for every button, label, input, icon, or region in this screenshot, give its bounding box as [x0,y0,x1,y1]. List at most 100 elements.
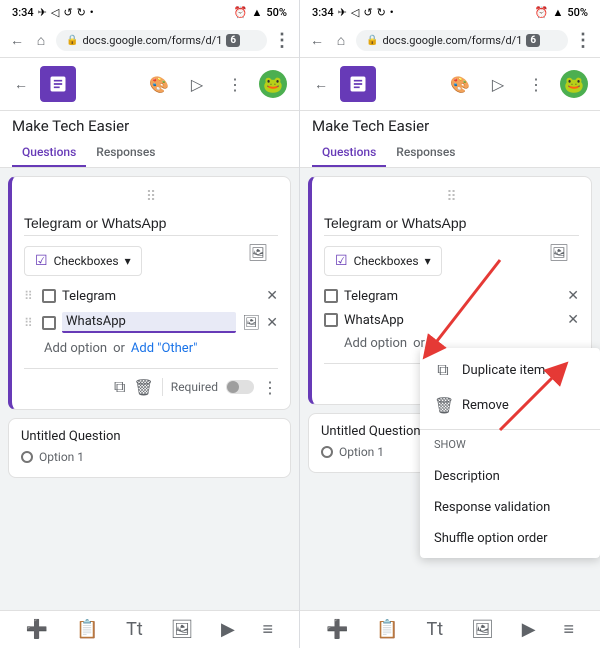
menu-item-shuffle[interactable]: Shuffle option order [420,523,600,554]
title-text-right: Make Tech Easier [312,117,588,135]
import-icon-right[interactable]: 📋 [376,619,398,640]
trash-icon-left[interactable]: 🗑 [133,378,153,397]
more-icon-right[interactable]: ⋮ [522,70,550,98]
status-bar-left: 3:34 ✈ ◁ ↺ ↻ • ⏰ ▲ 50% [0,0,299,24]
palette-icon-right[interactable]: 🎨 [446,70,474,98]
tab-count-right[interactable]: 6 [526,34,540,47]
lock-icon-left: 🔒 [66,35,78,46]
avatar-right[interactable]: 🐸 [560,70,588,98]
question-image-btn-right[interactable]: 🖼 [549,243,569,262]
option-text-whatsapp-left[interactable]: WhatsApp [62,312,236,333]
back-icon-right[interactable]: ← [308,32,326,50]
dot-icon-right: • [390,6,394,19]
url-bar-left[interactable]: 🔒 docs.google.com/forms/d/1 6 [56,30,267,51]
add-icon-left[interactable]: ➕ [26,619,48,640]
menu-item-description[interactable]: Description [420,461,600,492]
image-icon-left[interactable]: 🖼 [170,619,193,640]
type-selector-left[interactable]: ☑ Checkboxes ▾ [24,246,142,276]
url-bar-right[interactable]: 🔒 docs.google.com/forms/d/1 6 [356,30,568,51]
tabs-right: Questions Responses [300,139,600,168]
title-text-left: Make Tech Easier [12,117,287,135]
checkbox-whatsapp-right[interactable] [324,313,338,327]
question-title-left[interactable] [24,211,278,236]
section-icon-left[interactable]: ≡ [263,619,274,640]
nav-back-left[interactable]: ← [12,75,30,93]
type-label-left: Checkboxes [54,254,119,268]
footer-more-left[interactable]: ⋮ [262,378,278,397]
battery-left: 50% [266,6,287,19]
option-text-telegram-left: Telegram [62,289,260,304]
back-icon-left[interactable]: ← [8,32,26,50]
browser-menu-right[interactable]: ⋮ [574,30,592,51]
menu-label-remove: Remove [462,398,509,413]
menu-item-response-validation[interactable]: Response validation [420,492,600,523]
add-icon-right[interactable]: ➕ [326,619,348,640]
add-other-link-left[interactable]: Add "Other" [131,341,197,356]
refresh-icon-right: ↺ [363,6,372,19]
home-icon-right[interactable]: ⌂ [332,32,350,50]
tab-count-left[interactable]: 6 [226,34,240,47]
close-whatsapp-right[interactable]: ✕ [567,312,579,328]
menu-label-response-validation: Response validation [434,500,550,515]
wifi-icon-left: ▲ [252,6,263,19]
section-icon-right[interactable]: ≡ [564,619,575,640]
type-selector-right[interactable]: ☑ Checkboxes ▾ [324,246,442,276]
more-icon-left[interactable]: ⋮ [221,70,249,98]
required-label-left: Required [171,380,218,394]
option-text-whatsapp-right: WhatsApp [344,313,561,328]
add-option-text-left[interactable]: Add option [44,341,107,356]
menu-label-shuffle: Shuffle option order [434,531,548,546]
footer-divider-left [162,378,163,396]
browser-menu-left[interactable]: ⋮ [273,30,291,51]
untitled-card-left: Untitled Question Option 1 [8,418,291,478]
image-icon-right[interactable]: 🖼 [471,619,494,640]
option-image-whatsapp-left[interactable]: 🖼 [242,315,260,331]
video-icon-left[interactable]: ▶ [221,619,235,640]
alarm-icon-left: ⏰ [234,6,248,19]
drag-handle-left[interactable]: ⠿ [24,189,278,205]
checkbox-telegram-left[interactable] [42,289,56,303]
import-icon-left[interactable]: 📋 [76,619,98,640]
send-icon-right[interactable]: ▷ [484,70,512,98]
copy-icon-left[interactable]: ⧉ [114,377,125,397]
tab-questions-left[interactable]: Questions [12,139,86,167]
checkbox-whatsapp-left[interactable] [42,316,56,330]
drag-handle-right[interactable]: ⠿ [324,189,579,205]
add-option-text-right[interactable]: Add option [344,336,407,351]
close-telegram-right[interactable]: ✕ [567,288,579,304]
wifi-icon-right: ▲ [553,6,564,19]
tab-responses-left[interactable]: Responses [86,139,165,167]
tab-questions-right[interactable]: Questions [312,139,386,167]
video-icon-right[interactable]: ▶ [522,619,536,640]
question-title-right[interactable] [324,211,579,236]
form-icon-left [40,66,76,102]
tab-responses-right[interactable]: Responses [386,139,465,167]
add-option-or-left: or [113,341,125,356]
question-image-btn-left[interactable]: 🖼 [248,243,268,262]
question-card-left: ⠿ 🖼 ☑ Checkboxes ▾ ⠿ Telegram ✕ [8,176,291,410]
radio-right [321,446,333,458]
menu-item-duplicate[interactable]: ⧉ Duplicate item [420,352,600,388]
home-icon-left[interactable]: ⌂ [32,32,50,50]
card-footer-left: ⧉ 🗑 Required ⋮ [24,368,278,397]
option-small-right: Option 1 [339,445,384,459]
text-icon-right[interactable]: Tt [427,619,444,640]
send-icon-left[interactable]: ▷ [183,70,211,98]
duplicate-icon: ⧉ [434,360,452,380]
menu-item-remove[interactable]: 🗑 Remove [420,388,600,423]
text-icon-left[interactable]: Tt [126,619,143,640]
avatar-left[interactable]: 🐸 [259,70,287,98]
battery-right: 50% [567,6,588,19]
form-title-left: Make Tech Easier [0,111,299,139]
dropdown-arrow-right: ▾ [425,254,431,268]
close-telegram-left[interactable]: ✕ [266,288,278,304]
context-menu-show-header: Show [420,432,600,457]
close-whatsapp-left[interactable]: ✕ [266,315,278,331]
checkbox-telegram-right[interactable] [324,289,338,303]
type-label-right: Checkboxes [354,254,419,268]
menu-label-duplicate: Duplicate item [462,363,545,378]
palette-icon-left[interactable]: 🎨 [145,70,173,98]
nav-back-right[interactable]: ← [312,75,330,93]
untitled-option-left: Option 1 [21,450,278,464]
required-toggle-left[interactable] [226,380,254,394]
